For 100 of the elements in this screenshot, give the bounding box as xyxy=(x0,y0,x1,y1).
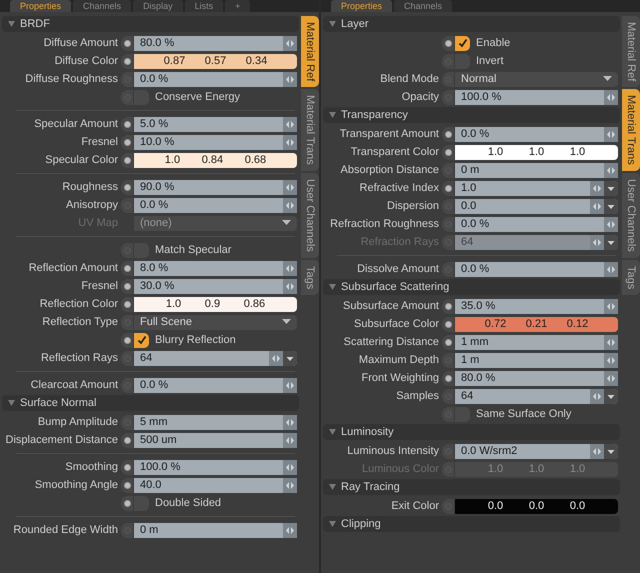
spinner-icon[interactable] xyxy=(604,126,618,142)
spinner-icon[interactable] xyxy=(269,350,283,366)
spinner-icon[interactable] xyxy=(590,180,604,196)
color-component-value: 0.12 xyxy=(566,318,588,330)
value-field[interactable]: 30.0 % xyxy=(134,278,297,294)
spinner-icon[interactable] xyxy=(604,352,618,368)
section-header[interactable]: Surface Normal xyxy=(2,395,299,411)
value-field[interactable]: 1.0 xyxy=(455,180,618,196)
value-field[interactable]: 64 xyxy=(134,350,297,366)
value-field[interactable]: 80.0 % xyxy=(455,370,618,386)
value-field[interactable]: 0.0 % xyxy=(134,378,297,392)
spinner-icon[interactable] xyxy=(604,90,618,104)
checkmark-icon xyxy=(136,335,146,345)
spinner-icon[interactable] xyxy=(590,234,604,250)
section-header[interactable]: Clipping xyxy=(323,516,620,532)
value-field[interactable]: 0 m xyxy=(134,522,297,538)
checkbox[interactable] xyxy=(455,36,470,50)
value-field[interactable]: 10.0 % xyxy=(134,134,297,150)
value-field[interactable]: 0 m xyxy=(455,162,618,178)
tab[interactable]: Display xyxy=(133,0,183,12)
spinner-icon[interactable] xyxy=(604,298,618,314)
value-field[interactable]: 0.0 % xyxy=(455,216,618,232)
dropdown-field[interactable]: Normal xyxy=(455,72,618,86)
section-header[interactable]: Transparency xyxy=(323,107,620,123)
spinner-icon[interactable] xyxy=(283,478,297,492)
value-field[interactable]: 100.0 % xyxy=(134,460,297,474)
spinner-icon[interactable] xyxy=(604,370,618,386)
section-header[interactable]: BRDF xyxy=(2,16,299,32)
spinner-icon[interactable] xyxy=(283,198,297,212)
spinner-icon[interactable] xyxy=(283,260,297,276)
value-field[interactable]: 1 m xyxy=(455,352,618,368)
spinner-icon[interactable] xyxy=(283,72,297,86)
section-header[interactable]: Layer xyxy=(323,16,620,32)
checkbox-label: Same Surface Only xyxy=(476,408,572,420)
value-field[interactable]: 90.0 % xyxy=(134,180,297,194)
tab[interactable]: Properties xyxy=(10,0,72,12)
spinner-icon[interactable] xyxy=(590,198,604,214)
spinner-icon[interactable] xyxy=(283,522,297,538)
tab[interactable]: Lists xyxy=(184,0,224,12)
color-field[interactable]: 0.87 0.57 0.34 xyxy=(134,54,297,68)
spinner-icon[interactable] xyxy=(283,414,297,430)
tab[interactable]: + xyxy=(225,0,250,12)
tab[interactable]: Properties xyxy=(331,0,392,12)
color-field[interactable]: 0.0 0.0 0.0 xyxy=(455,498,618,514)
section-header[interactable]: Luminosity xyxy=(323,424,620,440)
spinner-icon[interactable] xyxy=(604,216,618,232)
value-field[interactable]: 0.0 W/srm2 xyxy=(455,444,618,458)
value-field[interactable]: 0.0 % xyxy=(134,198,297,212)
color-component-value: 1.0 xyxy=(528,463,544,475)
value-field[interactable]: 64 xyxy=(455,388,618,404)
color-field[interactable]: 1.0 1.0 1.0 xyxy=(455,144,618,160)
value-field[interactable]: 35.0 % xyxy=(455,298,618,314)
spinner-icon[interactable] xyxy=(590,388,604,404)
expand-triangle-icon xyxy=(329,429,336,435)
color-field[interactable]: 1.0 0.84 0.68 xyxy=(134,152,297,168)
value-field[interactable]: 8.0 % xyxy=(134,260,297,276)
field-label: Refractive Index xyxy=(358,182,440,194)
spinner-icon[interactable] xyxy=(604,162,618,178)
field-label: Subsurface Amount xyxy=(342,300,440,312)
value-field[interactable]: 5 mm xyxy=(134,414,297,430)
spinner-icon[interactable] xyxy=(590,444,604,458)
section-header[interactable]: Ray Tracing xyxy=(323,479,620,495)
value-field[interactable]: 100.0 % xyxy=(455,90,618,104)
spinner-icon[interactable] xyxy=(604,262,618,276)
side-tab[interactable]: User Channels xyxy=(622,173,640,258)
dropdown-value: Normal xyxy=(460,73,498,85)
spinner-icon[interactable] xyxy=(283,180,297,194)
side-tab[interactable]: Material Ref xyxy=(301,16,319,88)
tab[interactable]: Channels xyxy=(394,0,452,12)
spinner-icon[interactable] xyxy=(283,432,297,448)
side-tab[interactable]: Tags xyxy=(301,260,319,296)
side-tab[interactable]: User Channels xyxy=(301,173,319,258)
spinner-icon[interactable] xyxy=(604,334,618,350)
side-tab[interactable]: Tags xyxy=(622,260,640,296)
tab[interactable]: Channels xyxy=(73,0,132,12)
value-field[interactable]: 5.0 % xyxy=(134,116,297,132)
side-tab[interactable]: Material Trans xyxy=(301,89,319,171)
field-label: Diffuse Roughness xyxy=(24,73,119,85)
color-field[interactable]: 0.72 0.21 0.12 xyxy=(455,316,618,332)
spinner-icon[interactable] xyxy=(283,460,297,474)
value-field[interactable]: 0.0 % xyxy=(455,262,618,276)
value-field[interactable]: 500 um xyxy=(134,432,297,448)
spinner-icon[interactable] xyxy=(283,134,297,150)
value-field[interactable]: 0.0 xyxy=(455,198,618,214)
value-field[interactable]: 0.0 % xyxy=(455,126,618,142)
side-tab[interactable]: Material Trans xyxy=(622,89,640,171)
checkbox[interactable] xyxy=(134,332,149,348)
field-label: Luminous Intensity xyxy=(346,445,440,457)
color-field[interactable]: 1.0 0.9 0.86 xyxy=(134,296,297,312)
value-field[interactable]: 1 mm xyxy=(455,334,618,350)
value-field[interactable]: 0.0 % xyxy=(134,72,297,86)
side-tab[interactable]: Material Ref xyxy=(622,16,640,88)
spinner-icon[interactable] xyxy=(283,378,297,392)
dropdown-field[interactable]: Full Scene xyxy=(134,314,297,330)
spinner-icon[interactable] xyxy=(283,116,297,132)
value-field[interactable]: 80.0 % xyxy=(134,36,297,50)
spinner-icon[interactable] xyxy=(283,36,297,50)
section-header[interactable]: Subsurface Scattering xyxy=(323,279,620,295)
spinner-icon[interactable] xyxy=(283,278,297,294)
value-field[interactable]: 40.0 xyxy=(134,478,297,492)
